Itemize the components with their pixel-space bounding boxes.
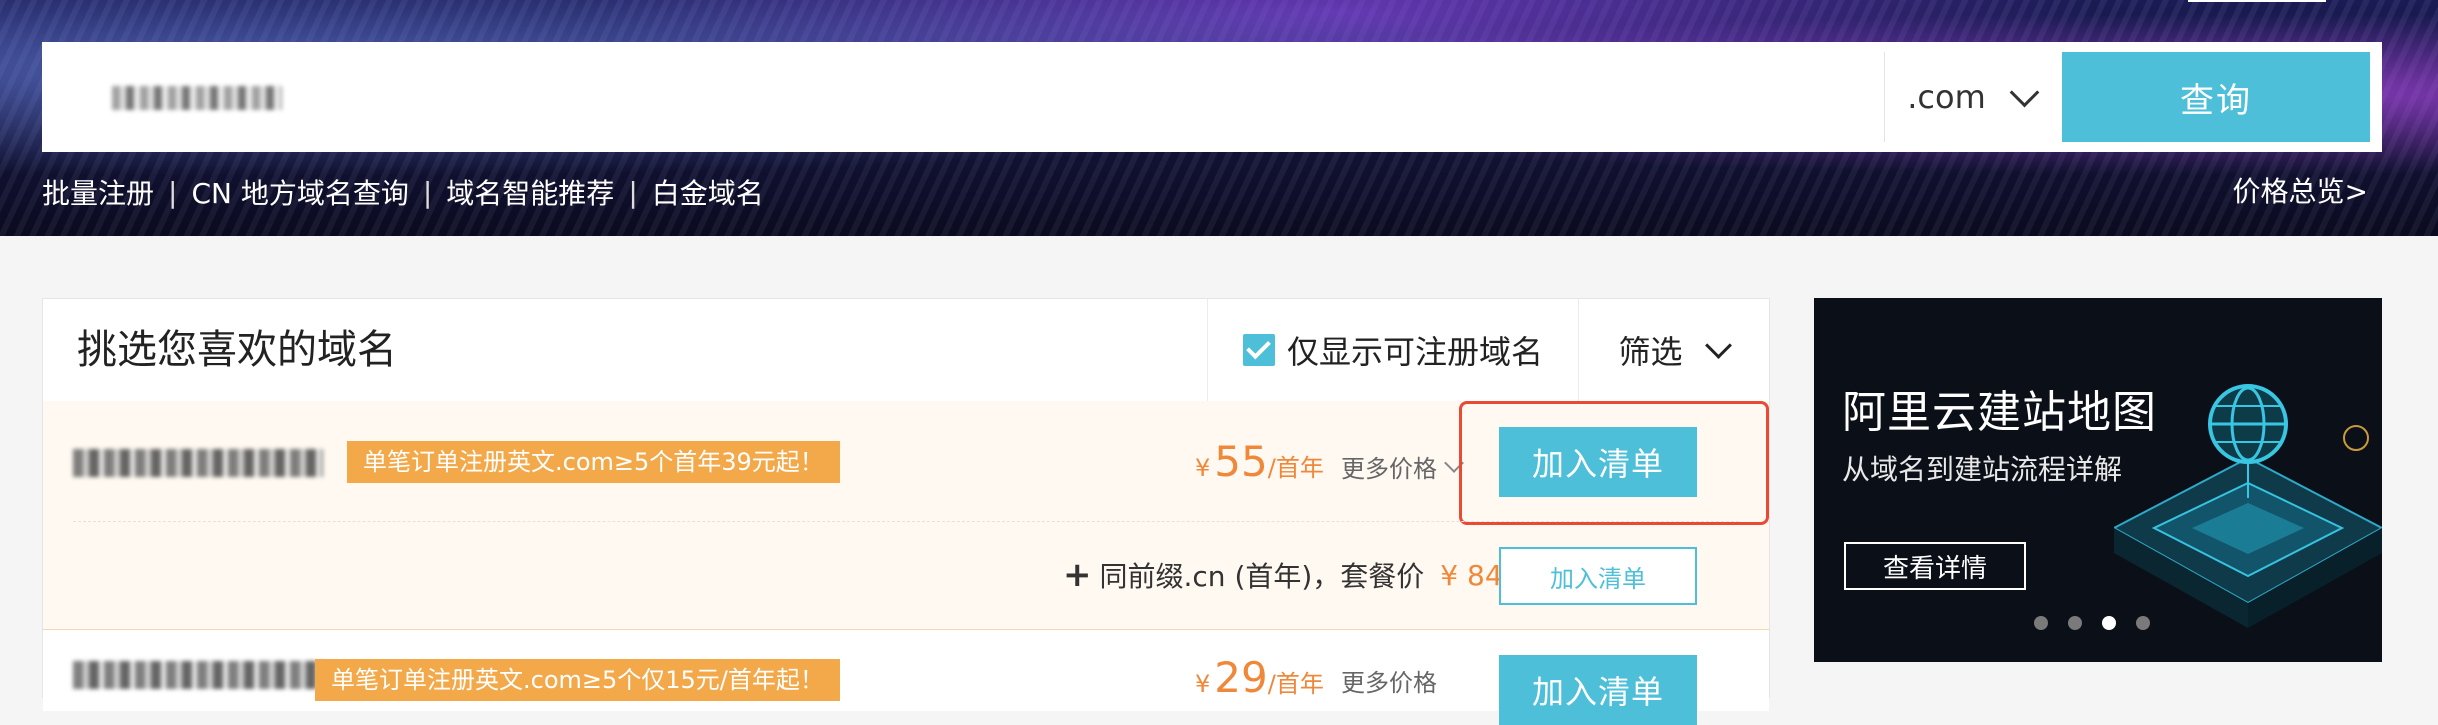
chevron-down-icon bbox=[1444, 452, 1464, 473]
panel-title: 挑选您喜欢的域名 bbox=[77, 327, 397, 373]
domain-result-row: 单笔订单注册英文.com≥5个首年39元起！ ¥ 55 /首年 更多价格 加入清… bbox=[43, 401, 1769, 630]
price-unit: /首年 bbox=[1267, 454, 1324, 482]
carousel-dots bbox=[2034, 616, 2150, 630]
quick-links: 批量注册 | CN 地方域名查询 | 域名智能推荐 | 白金域名 bbox=[42, 172, 764, 212]
price-overview-link[interactable]: 价格总览> bbox=[2233, 172, 2368, 212]
carousel-dot[interactable] bbox=[2136, 616, 2150, 630]
redacted-query-text bbox=[112, 86, 282, 110]
domain-price: ¥ 29 /首年 bbox=[1195, 653, 1324, 702]
quick-link-separator: | bbox=[422, 175, 433, 209]
chevron-down-icon bbox=[1704, 331, 1732, 359]
promo-tag: 单笔订单注册英文.com≥5个仅15元/首年起！ bbox=[315, 659, 840, 701]
quick-link-platinum[interactable]: 白金域名 bbox=[652, 172, 764, 212]
price-currency: ¥ bbox=[1195, 670, 1211, 698]
price-amount: 29 bbox=[1214, 653, 1268, 702]
price-currency: ¥ bbox=[1195, 454, 1211, 482]
domain-search-bar: .com 查询 bbox=[42, 42, 2382, 152]
bundle-text: 同前缀.cn (首年)，套餐价 bbox=[1099, 560, 1425, 593]
plus-icon: + bbox=[1063, 555, 1092, 595]
view-details-button[interactable]: 查看详情 bbox=[1844, 542, 2026, 590]
quick-link-smart-recommend[interactable]: 域名智能推荐 bbox=[446, 172, 614, 212]
hero-top-tab bbox=[2188, 0, 2326, 2]
panel-header: 挑选您喜欢的域名 仅显示可注册域名 筛选 bbox=[43, 299, 1769, 402]
bundle-price: ¥ 84 bbox=[1440, 558, 1503, 592]
bundle-offer: + 同前缀.cn (首年)，套餐价 ¥ 84 bbox=[1063, 555, 1503, 595]
available-only-label: 仅显示可注册域名 bbox=[1286, 333, 1543, 371]
ad-title: 阿里云建站地图 bbox=[1842, 387, 2157, 438]
more-price-label: 更多价格 bbox=[1341, 455, 1437, 483]
more-price-label: 更多价格 bbox=[1341, 669, 1437, 697]
quick-link-separator: | bbox=[628, 175, 638, 209]
filter-label: 筛选 bbox=[1618, 333, 1683, 371]
quick-link-bulk-register[interactable]: 批量注册 bbox=[42, 172, 154, 212]
ad-subtitle: 从域名到建站流程详解 bbox=[1842, 453, 2123, 486]
redacted-domain-name bbox=[73, 661, 323, 689]
quick-link-cn-local[interactable]: CN 地方域名查询 bbox=[191, 172, 408, 212]
quick-link-separator: | bbox=[168, 175, 178, 209]
more-price-toggle[interactable]: 更多价格 bbox=[1341, 449, 1464, 484]
search-button[interactable]: 查询 bbox=[2062, 52, 2370, 142]
available-only-filter[interactable]: 仅显示可注册域名 bbox=[1207, 299, 1579, 401]
filter-dropdown[interactable]: 筛选 bbox=[1579, 299, 1767, 401]
chevron-down-icon bbox=[2009, 77, 2040, 107]
carousel-dot-active[interactable] bbox=[2102, 616, 2116, 630]
carousel-dot[interactable] bbox=[2034, 616, 2048, 630]
add-to-cart-button[interactable]: 加入清单 bbox=[1499, 655, 1697, 725]
checkbox-checked-icon[interactable] bbox=[1242, 334, 1275, 366]
suffix-select[interactable]: .com bbox=[1884, 52, 2057, 142]
domain-price: ¥ 55 /首年 bbox=[1195, 437, 1324, 486]
sitemap-ad-card[interactable]: 阿里云建站地图 从域名到建站流程详解 查看详情 bbox=[1814, 298, 2382, 662]
suffix-select-value: .com bbox=[1907, 78, 1986, 116]
promo-tag: 单笔订单注册英文.com≥5个首年39元起！ bbox=[347, 441, 840, 483]
dashed-divider bbox=[73, 521, 1739, 522]
price-amount: 55 bbox=[1214, 437, 1268, 486]
redacted-domain-name bbox=[73, 449, 323, 477]
add-to-cart-button[interactable]: 加入清单 bbox=[1499, 427, 1697, 497]
domain-results-panel: 挑选您喜欢的域名 仅显示可注册域名 筛选 单笔订单注册英文.com≥5个首年39… bbox=[42, 298, 1770, 725]
globe-chip-illustration bbox=[2114, 384, 2382, 628]
domain-search-input[interactable] bbox=[42, 42, 1882, 152]
carousel-dot[interactable] bbox=[2068, 616, 2082, 630]
add-bundle-button[interactable]: 加入清单 bbox=[1499, 547, 1697, 605]
price-unit: /首年 bbox=[1267, 670, 1324, 698]
domain-result-row: 单笔订单注册英文.com≥5个仅15元/首年起！ ¥ 29 /首年 更多价格 加… bbox=[43, 631, 1769, 725]
more-price-toggle[interactable]: 更多价格 bbox=[1341, 663, 1437, 698]
search-hero-banner: .com 查询 批量注册 | CN 地方域名查询 | 域名智能推荐 | 白金域名… bbox=[0, 0, 2438, 236]
